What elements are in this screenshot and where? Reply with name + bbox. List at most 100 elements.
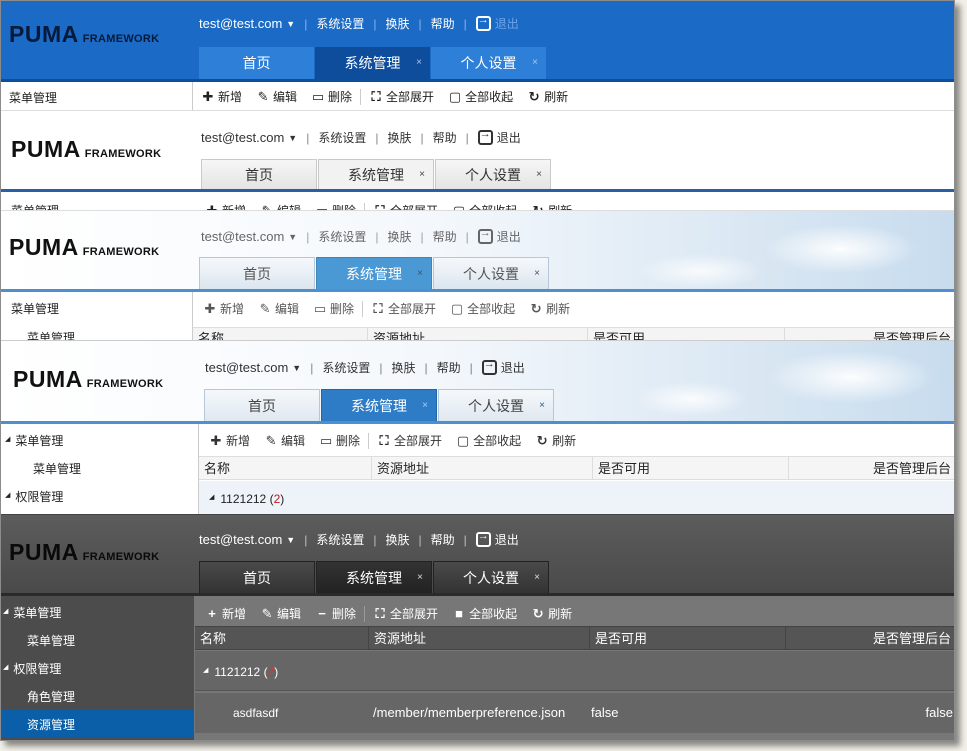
column-header-enabled[interactable]: 是否可用 bbox=[590, 627, 786, 649]
tree-node-menu-mgmt[interactable]: ◢ 菜单管理 bbox=[3, 604, 61, 621]
nav-skin-link[interactable]: 换肤 bbox=[385, 531, 409, 548]
tab-home[interactable]: 首页 bbox=[199, 257, 315, 289]
delete-button[interactable]: ▭删除 bbox=[313, 300, 354, 317]
tree-node-menu-child[interactable]: 菜单管理 bbox=[33, 460, 81, 477]
add-button[interactable]: ✚新增 bbox=[209, 432, 250, 449]
nav-settings-link[interactable]: 系统设置 bbox=[316, 15, 364, 32]
tab-home[interactable]: 首页 bbox=[201, 159, 317, 189]
tab-system-admin[interactable]: 系统管理 × bbox=[316, 561, 432, 593]
nav-settings-link[interactable]: 系统设置 bbox=[318, 228, 366, 245]
chevron-down-icon[interactable]: ▼ bbox=[286, 535, 295, 545]
user-menu[interactable]: test@test.com bbox=[199, 532, 282, 547]
tree-node-menu-child[interactable]: 菜单管理 bbox=[27, 632, 75, 649]
logout-link[interactable]: 退出 bbox=[501, 359, 525, 376]
nav-help-link[interactable]: 帮助 bbox=[431, 531, 455, 548]
tab-personal-settings[interactable]: 个人设置 × bbox=[435, 159, 551, 189]
user-menu[interactable]: test@test.com bbox=[205, 360, 288, 375]
edit-button[interactable]: ✎编辑 bbox=[260, 605, 301, 622]
tab-close-icon[interactable]: × bbox=[539, 390, 545, 422]
tab-system-admin[interactable]: 系统管理 × bbox=[315, 47, 431, 79]
collapse-all-button[interactable]: ■ 全部收起 bbox=[452, 605, 517, 622]
column-header-name[interactable]: 名称 bbox=[199, 457, 372, 479]
column-header-url[interactable]: 资源地址 bbox=[372, 457, 593, 479]
tree-expanded-icon[interactable]: ◢ bbox=[5, 492, 10, 499]
nav-skin-link[interactable]: 换肤 bbox=[387, 228, 411, 245]
refresh-button[interactable]: ↻刷新 bbox=[531, 605, 572, 622]
tree-expanded-icon[interactable]: ◢ bbox=[3, 664, 8, 671]
delete-button[interactable]: ▭删除 bbox=[319, 432, 360, 449]
delete-button[interactable]: − 删除 bbox=[315, 605, 356, 622]
tree-expanded-icon[interactable]: ◢ bbox=[209, 494, 214, 501]
column-header-admin[interactable]: 是否管理后台 bbox=[789, 457, 954, 479]
tab-system-admin[interactable]: 系统管理 × bbox=[321, 389, 437, 421]
logout-link[interactable]: 退出 bbox=[495, 15, 519, 32]
tab-system-admin[interactable]: 系统管理 × bbox=[318, 159, 434, 189]
tab-close-icon[interactable]: × bbox=[534, 258, 540, 290]
refresh-button[interactable]: ↻刷新 bbox=[527, 88, 568, 105]
tree-node-resource-mgmt[interactable]: 资源管理 bbox=[27, 716, 75, 733]
edit-button[interactable]: ✎编辑 bbox=[264, 432, 305, 449]
tree-expanded-icon[interactable]: ◢ bbox=[5, 436, 10, 443]
tree-node-permission-mgmt[interactable]: ◢ 权限管理 bbox=[3, 660, 61, 677]
tree-node-role-mgmt[interactable]: 角色管理 bbox=[27, 688, 75, 705]
nav-skin-link[interactable]: 换肤 bbox=[387, 129, 411, 146]
collapse-all-button[interactable]: ▢全部收起 bbox=[450, 300, 515, 317]
nav-settings-link[interactable]: 系统设置 bbox=[316, 531, 364, 548]
chevron-down-icon[interactable]: ▼ bbox=[286, 19, 295, 29]
tree-group-row[interactable]: ◢ 1121212 (2) bbox=[195, 651, 954, 691]
column-header-enabled[interactable]: 是否可用 bbox=[593, 457, 789, 479]
tab-close-icon[interactable]: × bbox=[532, 47, 538, 79]
add-button[interactable]: ✚新增 bbox=[203, 300, 244, 317]
logout-link[interactable]: 退出 bbox=[497, 228, 521, 245]
expand-all-button[interactable]: ⛶全部展开 bbox=[377, 432, 442, 449]
user-menu[interactable]: test@test.com bbox=[201, 130, 284, 145]
tab-close-icon[interactable]: × bbox=[422, 390, 428, 422]
logout-link[interactable]: 退出 bbox=[497, 129, 521, 146]
nav-help-link[interactable]: 帮助 bbox=[437, 359, 461, 376]
tab-close-icon[interactable]: × bbox=[417, 258, 423, 290]
column-header-url[interactable]: 资源地址 bbox=[368, 328, 588, 340]
delete-button[interactable]: ▭删除 bbox=[311, 88, 352, 105]
expand-all-button[interactable]: ⛶全部展开 bbox=[369, 88, 434, 105]
nav-settings-link[interactable]: 系统设置 bbox=[318, 129, 366, 146]
column-header-name[interactable]: 名称 bbox=[195, 627, 369, 649]
chevron-down-icon[interactable]: ▼ bbox=[288, 232, 297, 242]
add-button[interactable]: + 新增 bbox=[205, 605, 246, 622]
tab-system-admin[interactable]: 系统管理 × bbox=[316, 257, 432, 289]
edit-button[interactable]: ✎编辑 bbox=[256, 88, 297, 105]
tab-personal-settings[interactable]: 个人设置 × bbox=[433, 561, 549, 593]
column-header-admin[interactable]: 是否管理后台 bbox=[785, 328, 954, 340]
logout-icon[interactable] bbox=[475, 530, 491, 547]
delete-button[interactable]: ▭删除 bbox=[315, 202, 356, 211]
collapse-all-button[interactable]: ▢全部收起 bbox=[452, 202, 517, 211]
refresh-button[interactable]: ↻刷新 bbox=[535, 432, 576, 449]
tree-expanded-icon[interactable]: ◢ bbox=[203, 667, 208, 674]
nav-help-link[interactable]: 帮助 bbox=[431, 15, 455, 32]
refresh-button[interactable]: ↻刷新 bbox=[529, 300, 570, 317]
tab-personal-settings[interactable]: 个人设置 × bbox=[438, 389, 554, 421]
collapse-all-button[interactable]: ▢全部收起 bbox=[456, 432, 521, 449]
collapse-all-button[interactable]: ▢全部收起 bbox=[448, 88, 513, 105]
tab-close-icon[interactable]: × bbox=[417, 562, 423, 594]
tab-home[interactable]: 首页 bbox=[199, 47, 315, 79]
tab-close-icon[interactable]: × bbox=[536, 160, 542, 190]
nav-skin-link[interactable]: 换肤 bbox=[391, 359, 415, 376]
column-header-admin[interactable]: 是否管理后台 bbox=[786, 627, 954, 649]
column-header-enabled[interactable]: 是否可用 bbox=[588, 328, 785, 340]
tab-close-icon[interactable]: × bbox=[534, 562, 540, 594]
sidebar-item-menu[interactable]: 菜单管理 bbox=[27, 329, 75, 340]
tree-group-row[interactable]: ◢ 1121212 (2) bbox=[199, 481, 954, 514]
tab-personal-settings[interactable]: 个人设置 × bbox=[431, 47, 547, 79]
tree-node-menu-mgmt[interactable]: ◢ 菜单管理 bbox=[5, 432, 63, 449]
nav-settings-link[interactable]: 系统设置 bbox=[322, 359, 370, 376]
tree-node-permission-mgmt[interactable]: ◢ 权限管理 bbox=[5, 488, 63, 505]
nav-help-link[interactable]: 帮助 bbox=[433, 129, 457, 146]
logout-icon[interactable] bbox=[481, 358, 497, 375]
edit-button[interactable]: ✎编辑 bbox=[260, 202, 301, 211]
tab-home[interactable]: 首页 bbox=[204, 389, 320, 421]
tree-expanded-icon[interactable]: ◢ bbox=[3, 608, 8, 615]
tab-home[interactable]: 首页 bbox=[199, 561, 315, 593]
user-menu[interactable]: test@test.com bbox=[201, 229, 284, 244]
tab-close-icon[interactable]: × bbox=[419, 160, 425, 190]
table-row[interactable]: asdfasdf /member/memberpreference.json f… bbox=[195, 693, 954, 733]
